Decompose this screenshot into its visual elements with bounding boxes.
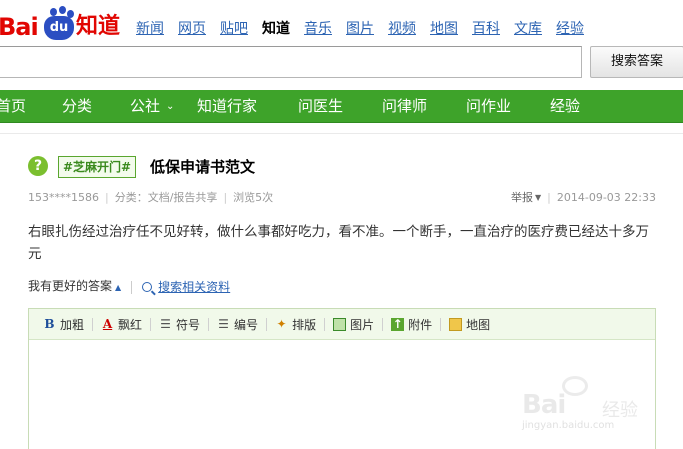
- topnav-item[interactable]: 贴吧: [220, 20, 248, 38]
- question-views: 浏览5次: [233, 191, 274, 204]
- nav-item-label: 经验: [550, 97, 581, 115]
- map-icon: [449, 317, 463, 331]
- toolbar-separator: [92, 317, 94, 331]
- logo-paw-icon: [50, 8, 57, 16]
- image-icon: [333, 317, 347, 331]
- meta-separator: |: [223, 191, 228, 204]
- toolbar-button-label: 编号: [234, 317, 259, 332]
- question-title: 低保申请书范文: [150, 158, 256, 176]
- better-answer-label: 我有更好的答案: [28, 279, 113, 293]
- nav-item[interactable]: 公社 ⌄: [130, 90, 174, 123]
- nav-item[interactable]: 问律师: [382, 90, 427, 123]
- toolbar-button[interactable]: ✦ 排版: [275, 316, 317, 333]
- caret-down-icon: ▼: [535, 193, 542, 202]
- logo-du-text: du: [44, 16, 74, 40]
- toolbar-separator: [266, 317, 268, 331]
- bold-icon: B: [44, 316, 55, 331]
- toolbar-button[interactable]: B 加粗: [43, 316, 84, 333]
- logo-paw-icon: [59, 6, 66, 14]
- search-answer-button[interactable]: 搜索答案: [590, 46, 683, 78]
- toolbar-separator: [440, 317, 442, 331]
- search-related-link[interactable]: 搜索相关资料: [158, 279, 230, 295]
- question-body: 右眼扎伤经过治疗任不见好转，做什么事都好吃力，看不准。一个断手，一直治疗的医疗费…: [28, 224, 649, 262]
- attachment-icon: ↑: [391, 316, 405, 331]
- toolbar-separator: [382, 317, 384, 331]
- question-tag[interactable]: #芝麻开门#: [58, 156, 137, 178]
- search-icon: [142, 282, 153, 292]
- nav-item-label: 首页: [0, 97, 27, 115]
- topnav-item[interactable]: 百科: [472, 20, 500, 38]
- nav-item-label: 公社: [130, 97, 161, 115]
- topnav-item[interactable]: 经验: [556, 20, 584, 38]
- baidu-zhidao-logo[interactable]: Bai du 知道: [0, 6, 125, 44]
- toolbar-button[interactable]: ☰ 符号: [159, 316, 200, 333]
- toolbar-button[interactable]: A 飘红: [101, 316, 142, 333]
- nav-item[interactable]: 知道行家: [197, 90, 257, 123]
- chevron-down-icon: ⌄: [166, 101, 175, 112]
- toolbar-button-label: 附件: [408, 317, 433, 332]
- action-separator: [131, 280, 133, 294]
- meta-separator: |: [547, 191, 551, 204]
- question-date: 2014-09-03 22:33: [556, 191, 656, 204]
- question-meta-right: 举报 ▼ | 2014-09-03 22:33: [511, 191, 656, 205]
- answer-actions: 我有更好的答案 ▲ 搜索相关资料: [28, 278, 230, 296]
- report-label: 举报: [511, 191, 533, 204]
- caret-up-icon: ▲: [115, 283, 122, 292]
- logo-bai-text: Bai: [0, 13, 39, 41]
- question-category[interactable]: 分类：文档/报告共享: [115, 191, 218, 204]
- nav-item-label: 分类: [62, 97, 93, 115]
- topnav-item[interactable]: 网页: [178, 20, 206, 38]
- topnav-item[interactable]: 地图: [430, 20, 458, 38]
- main-navigation-bar: 首页 分类 公社 ⌄ 知道行家 问医生 问律师 问作业 经验: [0, 90, 683, 123]
- toolbar-button-label: 地图: [466, 317, 491, 332]
- nav-item[interactable]: 问医生: [298, 90, 343, 123]
- bullet-list-icon: ☰: [160, 316, 171, 331]
- nav-item[interactable]: 分类: [62, 90, 92, 123]
- magic-wand-icon: ✦: [276, 316, 287, 331]
- top-navigation: 新闻 网页 贴吧 知道 音乐 图片 视频 地图 百科 文库 经验: [136, 20, 598, 38]
- baidu-jingyan-watermark: Bai 经验 jingyan.baidu.com: [522, 376, 662, 436]
- topnav-item[interactable]: 文库: [514, 20, 542, 38]
- report-button[interactable]: 举报 ▼: [511, 191, 541, 204]
- text-color-icon: A: [102, 316, 113, 331]
- toolbar-button[interactable]: 图片: [333, 316, 374, 333]
- watermark-url: jingyan.baidu.com: [522, 420, 615, 431]
- numbered-list-icon: ☰: [218, 316, 229, 331]
- toolbar-button-label: 飘红: [118, 317, 143, 332]
- nav-item-label: 知道行家: [197, 97, 258, 115]
- nav-item[interactable]: 首页: [0, 90, 26, 123]
- nav-item-label: 问医生: [298, 97, 344, 115]
- logo-zhidao-text: 知道: [76, 14, 121, 39]
- watermark-brand: Bai: [522, 390, 566, 420]
- toolbar-separator: [150, 317, 152, 331]
- watermark-jingyan: 经验: [602, 400, 638, 421]
- editor-toolbar: B 加粗 A 飘红 ☰ 符号 ☰ 编号 ✦ 排版 图片 ↑ 附件 地图: [29, 309, 655, 340]
- nav-item[interactable]: 经验: [550, 90, 580, 123]
- topnav-item[interactable]: 视频: [388, 20, 416, 38]
- nav-item-label: 问律师: [382, 97, 428, 115]
- topnav-item[interactable]: 新闻: [136, 20, 164, 38]
- toolbar-separator: [324, 317, 326, 331]
- question-meta: 153****1586 | 分类：文档/报告共享 | 浏览5次: [28, 191, 273, 205]
- content-divider: [0, 133, 683, 134]
- toolbar-button[interactable]: ↑ 附件: [391, 316, 432, 333]
- toolbar-button-label: 图片: [350, 317, 375, 332]
- topnav-item[interactable]: 知道: [262, 20, 290, 38]
- meta-separator: |: [105, 191, 109, 204]
- toolbar-button-label: 排版: [292, 317, 317, 332]
- search-input[interactable]: [0, 46, 582, 78]
- topnav-item[interactable]: 图片: [346, 20, 374, 38]
- topnav-item[interactable]: 音乐: [304, 20, 332, 38]
- toolbar-button[interactable]: ☰ 编号: [217, 316, 258, 333]
- question-mark-icon: ?: [28, 156, 48, 176]
- nav-item-label: 问作业: [466, 97, 512, 115]
- toolbar-button[interactable]: 地图: [449, 316, 490, 333]
- better-answer-link[interactable]: 我有更好的答案 ▲: [28, 278, 121, 296]
- toolbar-separator: [208, 317, 210, 331]
- watermark-paw-icon: [562, 376, 588, 396]
- question-author[interactable]: 153****1586: [28, 191, 99, 204]
- nav-item[interactable]: 问作业: [466, 90, 511, 123]
- toolbar-button-label: 加粗: [60, 317, 85, 332]
- toolbar-button-label: 符号: [176, 317, 201, 332]
